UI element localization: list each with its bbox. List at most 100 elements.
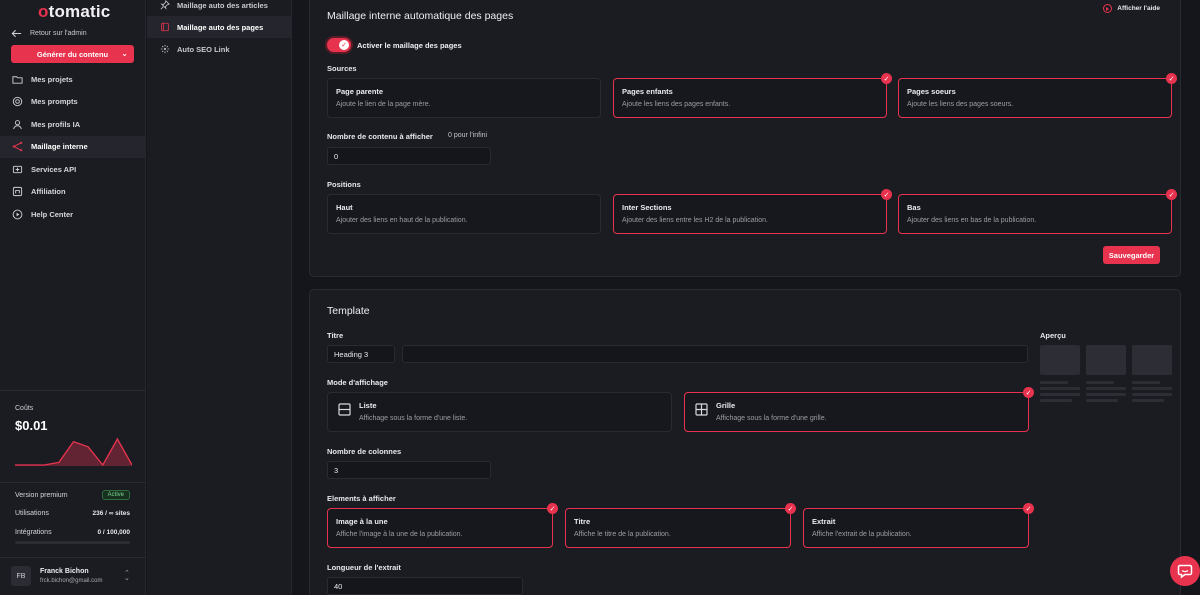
option-title: Liste <box>359 401 377 410</box>
target-icon <box>12 97 23 107</box>
content-count-input[interactable]: 0 <box>327 147 491 165</box>
chat-icon <box>1177 564 1193 579</box>
folder-icon <box>12 76 23 84</box>
grid-layout-icon <box>695 403 708 416</box>
preview-line <box>1040 399 1072 402</box>
chevron-up-down-icon[interactable]: ⌃ ⌄ <box>124 570 130 582</box>
subnav-item-auto-seo-link[interactable]: Auto SEO Link <box>147 38 292 60</box>
sidebar: otomatic Retour sur l'admin Générer du c… <box>0 0 146 595</box>
option-desc: Ajoute les liens des pages soeurs. <box>907 101 1014 108</box>
integrations-progress <box>15 541 130 544</box>
affiliate-icon <box>12 187 23 197</box>
subnav-item-label: Auto SEO Link <box>177 44 230 54</box>
sidebar-item-ai-profiles[interactable]: Mes profils IA <box>0 113 146 136</box>
title-text-input[interactable] <box>402 345 1028 363</box>
enable-linking-toggle[interactable]: ✓ <box>327 38 351 52</box>
app-root: otomatic Retour sur l'admin Générer du c… <box>0 0 1200 595</box>
display-mode-grid[interactable]: Grille Affichage sous la forme d'une gri… <box>684 387 1034 432</box>
save-button[interactable]: Sauvegarder <box>1103 246 1160 264</box>
option-desc: Ajouter des liens en haut de la publicat… <box>336 217 468 224</box>
user-email: frck.bichon@gmail.com <box>40 578 103 584</box>
divider <box>0 557 146 558</box>
section-title: Template <box>327 305 370 317</box>
link-icon <box>160 44 170 54</box>
option-title: Bas <box>907 203 921 212</box>
element-option-excerpt[interactable]: Extrait Affiche l'extrait de la publicat… <box>803 503 1034 548</box>
sidebar-item-label: Mes profils IA <box>31 119 81 129</box>
preview-image <box>1132 345 1172 375</box>
share-icon <box>12 141 23 152</box>
chat-button[interactable] <box>1170 556 1200 586</box>
check-icon: ✓ <box>1023 503 1034 514</box>
subnav-item-label: Maillage auto des pages <box>177 22 264 32</box>
option-desc: Affiche l'extrait de la publication. <box>812 531 912 538</box>
logo-mark: o <box>38 2 49 21</box>
position-option-bottom[interactable]: Bas Ajouter des liens en bas de la publi… <box>898 189 1177 234</box>
option-desc: Affiche l'image à la une de la publicati… <box>336 531 463 538</box>
sidebar-item-label: Maillage interne <box>31 142 88 152</box>
element-option-title[interactable]: Titre Affiche le titre de la publication… <box>565 503 796 548</box>
usage-row: Utilisations 236 / ∞ sites <box>15 510 130 517</box>
position-option-inter-sections[interactable]: Inter Sections Ajouter des liens entre l… <box>613 189 892 234</box>
sidebar-item-internal-linking[interactable]: Maillage interne <box>0 135 146 158</box>
sidebar-item-label: Services API <box>31 164 77 174</box>
subnav-item-label: Maillage auto des articles <box>177 0 268 10</box>
source-option-parent[interactable]: Page parente Ajoute le lien de la page m… <box>327 78 601 118</box>
enable-linking-row: ✓ Activer le maillage des pages <box>327 38 462 52</box>
user-icon <box>13 119 22 129</box>
help-label: Afficher l'aide <box>1117 5 1160 12</box>
avatar: FB <box>11 566 31 586</box>
source-option-children[interactable]: Pages enfants Ajoute les liens des pages… <box>613 73 892 118</box>
show-help-button[interactable]: Afficher l'aide <box>1103 4 1160 13</box>
main-nav: Mes projets Mes prompts Mes profils IA M… <box>0 68 146 226</box>
costs-panel: Coûts $0.01 <box>15 405 48 433</box>
sidebar-item-help-center[interactable]: Help Center <box>0 203 146 226</box>
source-option-siblings[interactable]: Pages soeurs Ajoute les liens des pages … <box>898 73 1177 118</box>
sidebar-item-prompts[interactable]: Mes prompts <box>0 91 146 114</box>
back-to-admin-link[interactable]: Retour sur l'admin <box>11 28 87 39</box>
option-desc: Affichage sous la forme d'une liste. <box>359 415 468 422</box>
divider <box>0 390 146 391</box>
display-mode-list[interactable]: Liste Affichage sous la forme d'une list… <box>327 392 672 432</box>
excerpt-length-input[interactable]: 40 <box>327 577 523 595</box>
sidebar-item-projects[interactable]: Mes projets <box>0 68 146 91</box>
integrations-value: 0 / 100,000 <box>97 529 130 536</box>
sidebar-item-api-services[interactable]: Services API <box>0 158 146 181</box>
integrations-label: Intégrations <box>15 529 52 536</box>
section-title: Maillage interne automatique des pages <box>327 10 514 22</box>
chevron-down-icon: ⌄ <box>121 49 128 58</box>
element-option-featured-image[interactable]: Image à la une Affiche l'image à la une … <box>327 503 558 548</box>
subnav-item-pages[interactable]: Maillage auto des pages <box>147 16 292 38</box>
preview-line <box>1132 381 1160 384</box>
option-title: Titre <box>574 517 591 526</box>
logo[interactable]: otomatic <box>38 2 110 22</box>
list-layout-icon <box>338 403 351 416</box>
option-title: Pages soeurs <box>907 87 956 96</box>
play-circle-icon <box>1103 4 1113 13</box>
option-desc: Ajoute le lien de la page mère. <box>336 101 431 108</box>
generate-content-button[interactable]: Générer du contenu ⌄ <box>11 45 134 63</box>
heading-level-select[interactable]: Heading 3 <box>327 345 395 363</box>
sources-label: Sources <box>327 64 357 73</box>
usage-value: 236 / ∞ sites <box>92 510 130 517</box>
preview-line <box>1040 393 1080 396</box>
check-icon: ✓ <box>547 503 558 514</box>
user-menu[interactable]: FB Franck Bichon frck.bichon@gmail.com <box>11 566 102 586</box>
subnav-item-articles[interactable]: Maillage auto des articles <box>147 0 292 16</box>
check-icon: ✓ <box>881 73 892 84</box>
preview-line <box>1086 393 1126 396</box>
preview-line <box>1132 393 1172 396</box>
cost-sparkline <box>15 437 132 466</box>
position-option-top[interactable]: Haut Ajouter des liens en haut de la pub… <box>327 194 601 234</box>
sidebar-item-label: Mes projets <box>31 74 73 84</box>
preview-image <box>1086 345 1126 375</box>
option-desc: Ajoute les liens des pages enfants. <box>622 101 731 108</box>
user-info: Franck Bichon frck.bichon@gmail.com <box>40 568 102 584</box>
positions-label: Positions <box>327 180 361 189</box>
elements-label: Elements à afficher <box>327 494 396 503</box>
columns-input[interactable]: 3 <box>327 461 491 479</box>
preview-line <box>1040 387 1080 390</box>
costs-value: $0.01 <box>15 418 48 433</box>
sidebar-item-affiliation[interactable]: Affiliation <box>0 181 146 204</box>
preview-line <box>1086 387 1126 390</box>
